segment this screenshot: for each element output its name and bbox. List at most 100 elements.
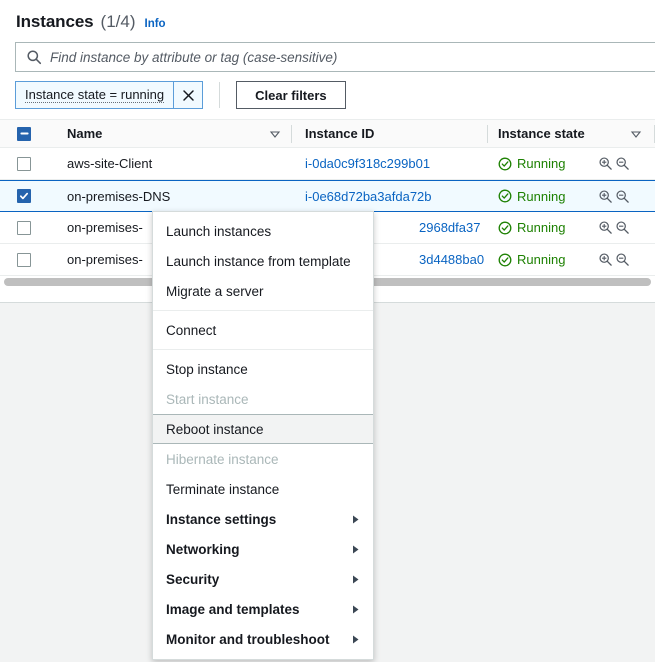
status-badge: Running — [498, 252, 565, 267]
chevron-right-icon — [350, 514, 361, 525]
row-actions-cell — [598, 252, 655, 267]
search-area: Find instance by attribute or tag (case-… — [0, 32, 655, 72]
check-circle-icon — [498, 221, 512, 235]
status-badge: Running — [498, 156, 565, 171]
row-checkbox[interactable] — [17, 221, 31, 235]
zoom-in-icon[interactable] — [598, 220, 613, 235]
chevron-right-icon — [350, 634, 361, 645]
search-input[interactable]: Find instance by attribute or tag (case-… — [15, 42, 655, 72]
zoom-out-icon[interactable] — [615, 252, 630, 267]
row-instance-id-link[interactable]: 2968dfa37 — [419, 220, 480, 235]
row-actions-cell — [598, 189, 655, 204]
menu-item-launch-instances[interactable]: Launch instances — [153, 216, 373, 246]
menu-item-launch-instance-from-template[interactable]: Launch instance from template — [153, 246, 373, 276]
row-select-cell[interactable] — [0, 157, 52, 171]
zoom-in-icon[interactable] — [598, 252, 613, 267]
sort-name-icon[interactable] — [269, 128, 281, 140]
row-state-text: Running — [517, 156, 565, 171]
page-title: Instances — [16, 12, 94, 32]
select-all-checkbox[interactable] — [17, 127, 31, 141]
sort-state-icon[interactable] — [630, 128, 642, 140]
select-all-cell[interactable] — [0, 127, 52, 141]
close-icon — [181, 88, 196, 103]
filter-row: Instance state = running Clear filters — [0, 72, 655, 109]
zoom-out-icon[interactable] — [615, 156, 630, 171]
column-label-instance-id: Instance ID — [305, 126, 374, 141]
row-id-cell: i-0e68d72ba3afda72b — [292, 189, 488, 204]
row-select-cell[interactable] — [0, 253, 52, 267]
status-badge: Running — [498, 220, 565, 235]
row-state-text: Running — [517, 252, 565, 267]
row-checkbox[interactable] — [17, 253, 31, 267]
menu-item-monitor-and-troubleshoot[interactable]: Monitor and troubleshoot — [153, 624, 373, 654]
row-select-cell[interactable] — [0, 221, 52, 235]
row-checkbox[interactable] — [17, 157, 31, 171]
info-link[interactable]: Info — [143, 18, 166, 30]
row-state-text: Running — [517, 220, 565, 235]
checkmark-icon — [19, 191, 29, 201]
column-label-instance-state: Instance state — [498, 126, 585, 141]
filter-token-label-wrap: Instance state = running — [16, 82, 173, 108]
row-name-cell: on-premises-DNS — [52, 189, 292, 204]
row-instance-id-link[interactable]: i-0e68d72ba3afda72b — [305, 189, 432, 204]
row-state-cell: Running — [488, 252, 598, 267]
zoom-out-icon[interactable] — [615, 189, 630, 204]
menu-item-terminate-instance[interactable]: Terminate instance — [153, 474, 373, 504]
menu-item-security[interactable]: Security — [153, 564, 373, 594]
row-state-cell: Running — [488, 156, 598, 171]
chevron-right-icon — [350, 574, 361, 585]
column-header-instance-state[interactable]: Instance state — [488, 126, 598, 141]
menu-item-migrate-a-server[interactable]: Migrate a server — [153, 276, 373, 306]
menu-item-stop-instance[interactable]: Stop instance — [153, 354, 373, 384]
menu-item-label: Networking — [166, 542, 240, 557]
row-actions-cell — [598, 220, 655, 235]
chevron-right-icon — [350, 604, 361, 615]
menu-separator — [153, 349, 373, 350]
menu-item-instance-settings[interactable]: Instance settings — [153, 504, 373, 534]
menu-item-label: Instance settings — [166, 512, 276, 527]
zoom-out-icon[interactable] — [615, 220, 630, 235]
check-circle-icon — [498, 189, 512, 203]
row-actions-cell — [598, 156, 655, 171]
page-header: Instances (1/4) Info — [0, 0, 655, 32]
row-state-text: Running — [517, 189, 565, 204]
filter-token-remove-button[interactable] — [173, 82, 202, 108]
zoom-in-icon[interactable] — [598, 156, 613, 171]
menu-item-label: Image and templates — [166, 602, 300, 617]
menu-item-connect[interactable]: Connect — [153, 315, 373, 345]
row-checkbox[interactable] — [17, 189, 31, 203]
column-header-actions — [598, 125, 655, 143]
table-row[interactable]: on-premises-DNS i-0e68d72ba3afda72b Runn… — [0, 180, 655, 212]
table-header-row: Name Instance ID Instance state — [0, 119, 655, 148]
zoom-in-icon[interactable] — [598, 189, 613, 204]
row-name: on-premises- — [67, 220, 143, 235]
row-instance-id-link[interactable]: 3d4488ba0 — [419, 252, 484, 267]
clear-filters-button[interactable]: Clear filters — [236, 81, 346, 109]
row-state-cell: Running — [488, 189, 598, 204]
filter-token-label: Instance state = running — [25, 87, 164, 103]
row-name: aws-site-Client — [67, 156, 152, 171]
row-instance-id-link[interactable]: i-0da0c9f318c299b01 — [305, 156, 430, 171]
menu-item-start-instance: Start instance — [153, 384, 373, 414]
row-state-cell: Running — [488, 220, 598, 235]
row-id-cell: i-0da0c9f318c299b01 — [292, 156, 488, 171]
dash-icon — [20, 129, 29, 138]
table-row[interactable]: aws-site-Client i-0da0c9f318c299b01 Runn… — [0, 148, 655, 180]
instance-counter: (1/4) — [101, 12, 136, 32]
row-name: on-premises-DNS — [67, 189, 170, 204]
menu-separator — [153, 310, 373, 311]
menu-item-networking[interactable]: Networking — [153, 534, 373, 564]
menu-item-label: Monitor and troubleshoot — [166, 632, 329, 647]
row-select-cell[interactable] — [0, 189, 52, 203]
filter-token[interactable]: Instance state = running — [15, 81, 203, 109]
menu-item-image-and-templates[interactable]: Image and templates — [153, 594, 373, 624]
column-header-name[interactable]: Name — [52, 125, 292, 143]
menu-item-hibernate-instance: Hibernate instance — [153, 444, 373, 474]
check-circle-icon — [498, 253, 512, 267]
chevron-right-icon — [350, 544, 361, 555]
row-name-cell: aws-site-Client — [52, 156, 292, 171]
check-circle-icon — [498, 157, 512, 171]
menu-item-reboot-instance[interactable]: Reboot instance — [153, 414, 373, 444]
column-label-name: Name — [67, 126, 102, 141]
column-header-instance-id[interactable]: Instance ID — [292, 125, 488, 143]
